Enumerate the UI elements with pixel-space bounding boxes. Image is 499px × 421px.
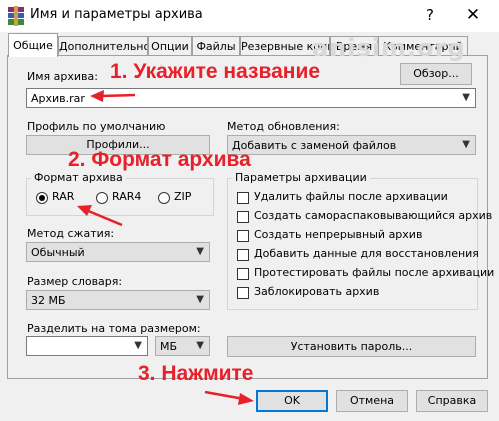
option-recovery[interactable]: Добавить данные для восстановления xyxy=(254,247,479,260)
radio-zip-label[interactable]: ZIP xyxy=(174,190,191,203)
archiving-options-title: Параметры архивации xyxy=(232,171,370,184)
checkbox-recovery[interactable] xyxy=(237,249,249,261)
archive-format-title: Формат архива xyxy=(31,171,126,184)
radio-rar[interactable] xyxy=(36,192,48,204)
option-solid[interactable]: Создать непрерывный архив xyxy=(254,228,422,241)
archive-name-input[interactable]: Архив.rar ▼ xyxy=(26,88,476,108)
annotation-step2: 2. Формат архива xyxy=(68,148,251,171)
checkbox-lock[interactable] xyxy=(237,287,249,299)
split-label: Разделить на тома размером: xyxy=(27,322,201,335)
split-size-input[interactable]: ▼ xyxy=(26,336,148,356)
update-method-label: Метод обновления: xyxy=(227,120,340,133)
chevron-down-icon[interactable]: ▼ xyxy=(462,136,470,154)
help-button[interactable]: Справка xyxy=(416,390,488,412)
checkbox-test[interactable] xyxy=(237,268,249,280)
archive-name-label: Имя архива: xyxy=(27,70,98,83)
profile-label: Профиль по умолчанию xyxy=(27,120,166,133)
checkbox-delete-files[interactable] xyxy=(237,192,249,204)
radio-rar4-label[interactable]: RAR4 xyxy=(112,190,141,203)
set-password-button[interactable]: Установить пароль... xyxy=(227,336,476,357)
dictionary-label: Размер словаря: xyxy=(27,275,123,288)
browse-button[interactable]: Обзор... xyxy=(400,63,472,85)
radio-zip[interactable] xyxy=(158,192,170,204)
option-test[interactable]: Протестировать файлы после архивации xyxy=(254,266,494,279)
update-method-value: Добавить с заменой файлов xyxy=(232,139,397,152)
checkbox-solid[interactable] xyxy=(237,230,249,242)
chevron-down-icon[interactable]: ▼ xyxy=(134,337,142,355)
split-unit-value: МБ xyxy=(160,340,178,353)
archive-name-value: Архив.rar xyxy=(31,92,85,105)
arrow-to-ok xyxy=(204,390,254,405)
option-sfx[interactable]: Создать самораспаковывающийся архив xyxy=(254,209,492,222)
ok-button[interactable]: OK xyxy=(256,390,328,412)
update-method-select[interactable]: Добавить с заменой файлов ▼ xyxy=(227,135,476,155)
tab-files[interactable]: Файлы xyxy=(192,36,240,56)
radio-rar4[interactable] xyxy=(96,192,108,204)
chevron-down-icon[interactable]: ▼ xyxy=(196,337,204,355)
help-title-button[interactable]: ? xyxy=(420,4,440,26)
annotation-step1: 1. Укажите название xyxy=(110,60,321,83)
watermark: anisim.org xyxy=(312,34,466,62)
option-lock[interactable]: Заблокировать архив xyxy=(254,285,379,298)
compression-value: Обычный xyxy=(31,246,85,259)
split-unit-select[interactable]: МБ ▼ xyxy=(155,336,210,356)
option-delete-files[interactable]: Удалить файлы после архивации xyxy=(254,190,448,203)
chevron-down-icon[interactable]: ▼ xyxy=(196,243,204,261)
dictionary-select[interactable]: 32 МБ ▼ xyxy=(26,290,210,310)
tab-options[interactable]: Опции xyxy=(148,36,192,56)
tab-general[interactable]: Общие xyxy=(8,33,58,57)
tab-advanced[interactable]: Дополнительно xyxy=(58,36,148,56)
chevron-down-icon[interactable]: ▼ xyxy=(462,89,470,107)
chevron-down-icon[interactable]: ▼ xyxy=(196,291,204,309)
dictionary-value: 32 МБ xyxy=(31,294,66,307)
compression-select[interactable]: Обычный ▼ xyxy=(26,242,210,262)
annotation-step3: 3. Нажмите xyxy=(138,362,254,385)
radio-rar-label[interactable]: RAR xyxy=(52,190,74,203)
cancel-button[interactable]: Отмена xyxy=(336,390,408,412)
winrar-app-icon xyxy=(8,6,24,26)
close-icon[interactable]: ✕ xyxy=(460,4,486,26)
window-title: Имя и параметры архива xyxy=(30,7,203,22)
checkbox-sfx[interactable] xyxy=(237,211,249,223)
compression-label: Метод сжатия: xyxy=(27,227,115,240)
